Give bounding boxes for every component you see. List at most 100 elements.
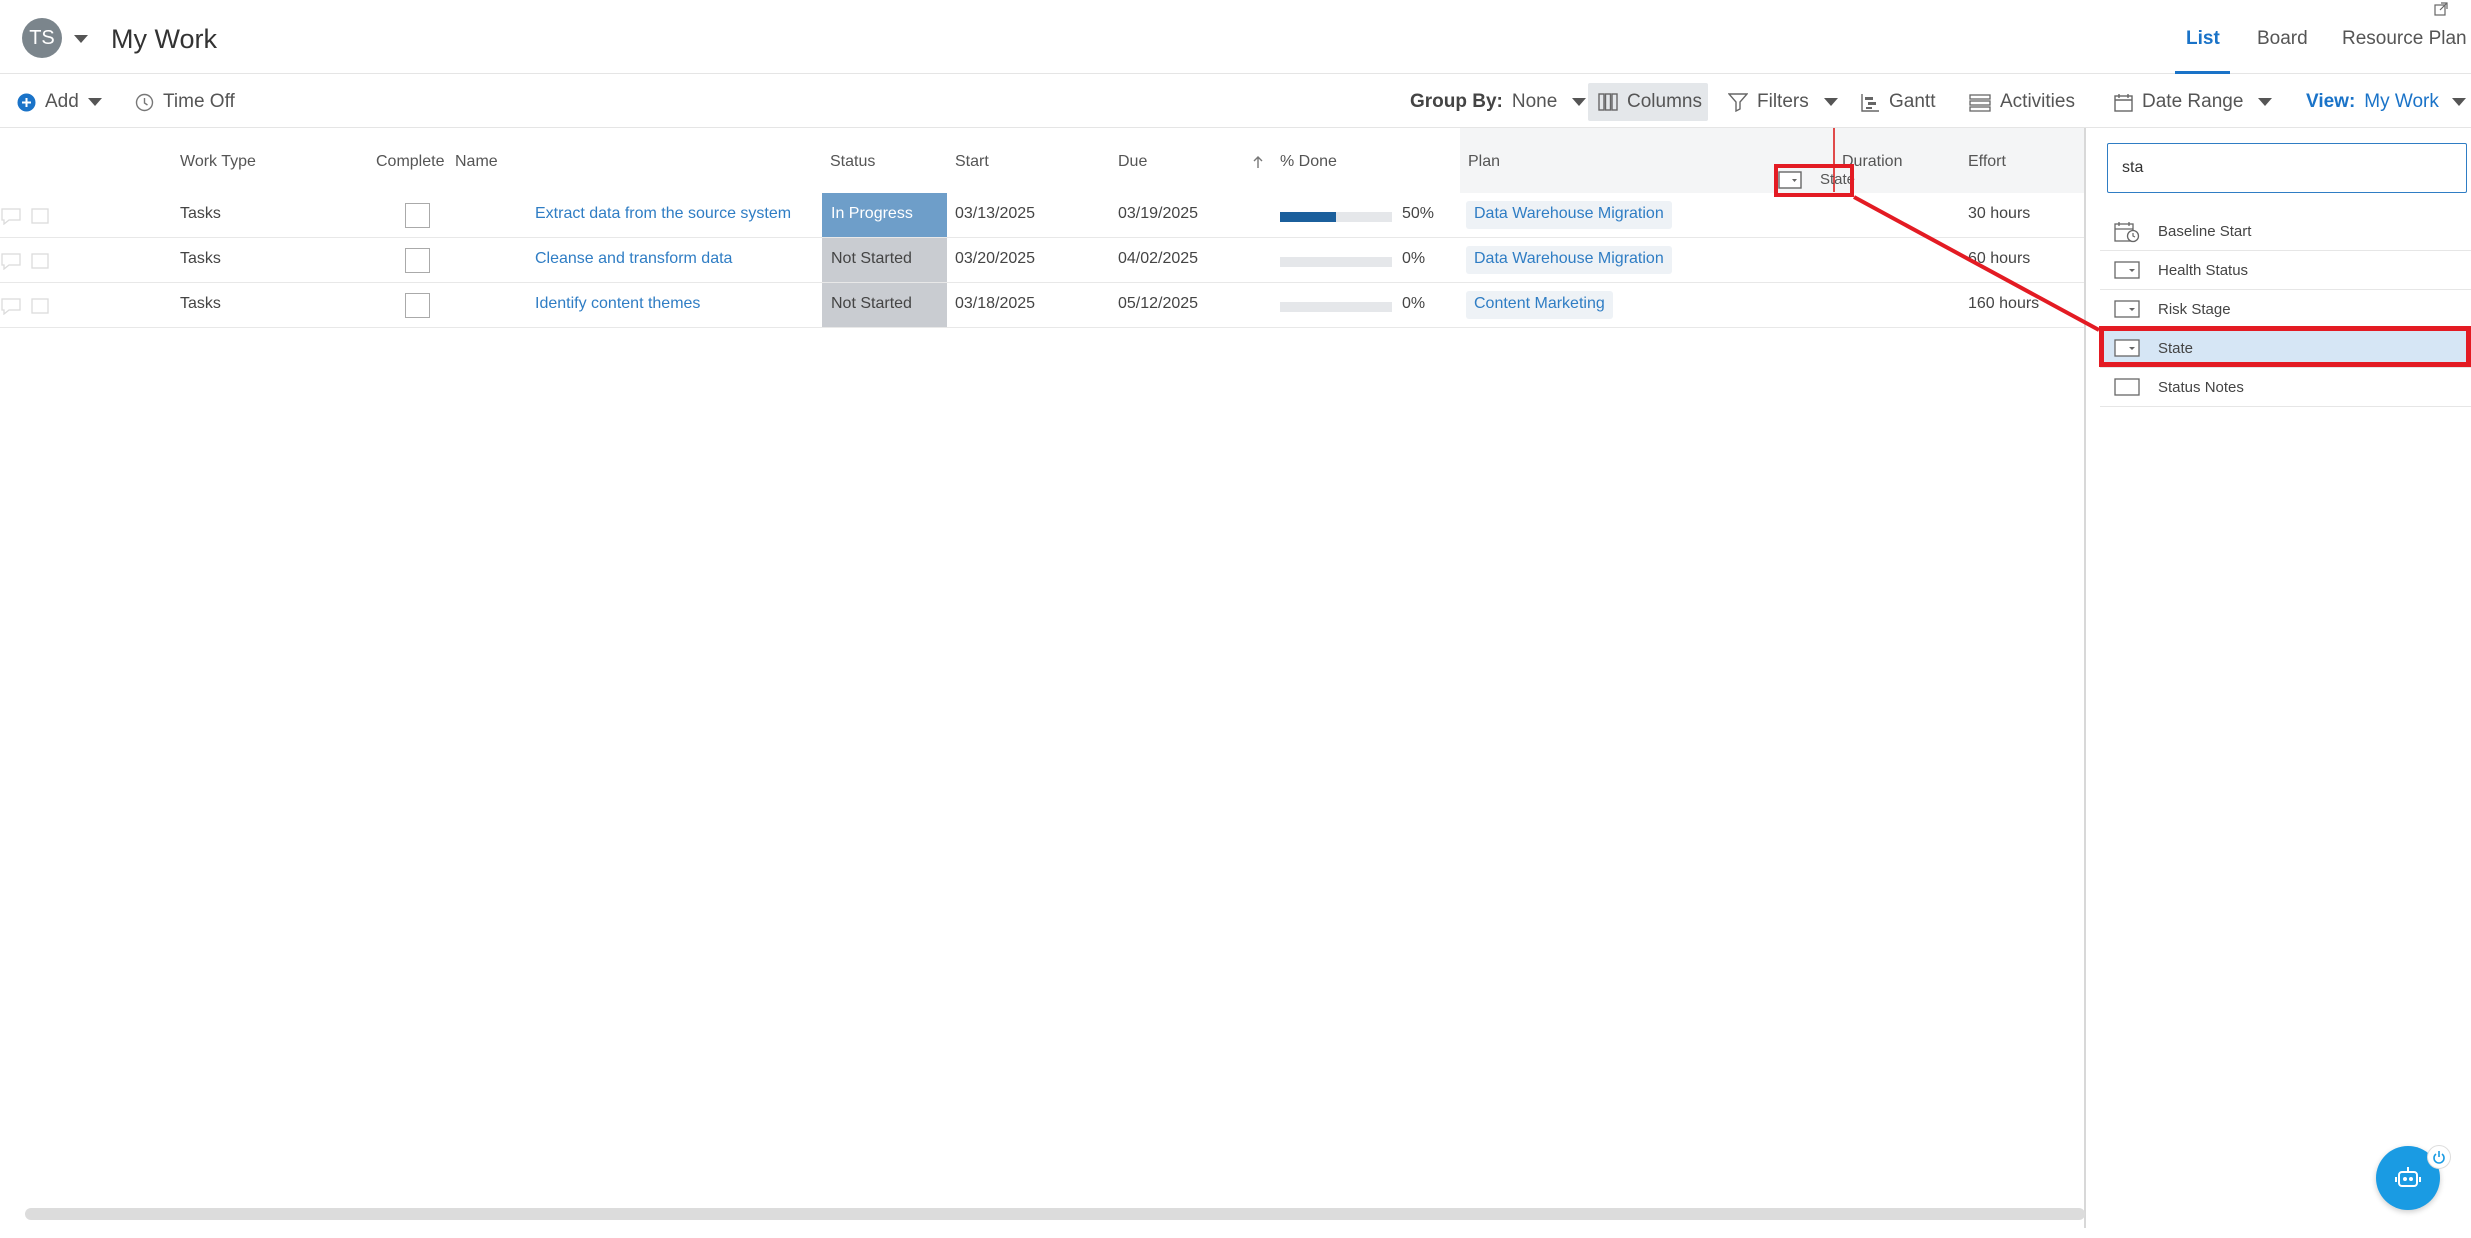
effort-cell: 160 hours [1968,295,2040,312]
avatar[interactable]: TS [22,18,62,58]
calendar-icon [2114,93,2133,112]
date-range-chevron-down-icon [2258,98,2273,106]
header-due[interactable]: Due [1118,153,1147,171]
tab-board[interactable]: Board [2257,28,2308,50]
avatar-menu-chevron-icon[interactable] [74,35,88,43]
plan-link[interactable]: Data Warehouse Migration [1466,246,1672,274]
view-chevron-down-icon [2451,98,2466,106]
task-name-link[interactable]: Cleanse and transform data [535,250,732,268]
task-name-link[interactable]: Identify content themes [535,295,700,313]
column-option-baseline-start[interactable]: Baseline Start [2100,212,2471,251]
table-row[interactable]: Tasks Extract data from the source syste… [0,193,2084,238]
status-cell[interactable]: Not Started [822,238,947,282]
group-by-value: None [1511,91,1558,112]
due-date-cell: 05/12/2025 [1118,295,1199,312]
complete-checkbox[interactable] [405,248,430,273]
group-by-label: Group By: [1410,91,1503,112]
column-option-label: Risk Stage [2158,301,2231,318]
complete-checkbox[interactable] [405,203,430,228]
view-selector[interactable]: View: My Work [2306,91,2466,113]
status-cell[interactable]: Not Started [822,283,947,327]
activities-label: Activities [2000,91,2075,112]
plan-link[interactable]: Data Warehouse Migration [1466,201,1672,229]
column-search-input[interactable] [2107,143,2467,193]
progress-bar-fill [1280,212,1336,222]
table-row[interactable]: Tasks Identify content themes Not Starte… [0,283,2084,328]
work-grid: Work Type Complete Name Status Start Due… [0,128,2084,1208]
tab-resource-plan[interactable]: Resource Plan [2342,28,2467,50]
table-row[interactable]: Tasks Cleanse and transform data Not Sta… [0,238,2084,283]
header-plan[interactable]: Plan [1468,153,1500,171]
filters-button[interactable]: Filters [1728,91,1838,113]
effort-cell: 30 hours [1968,205,2031,222]
power-icon [2433,1151,2445,1164]
start-date-cell: 03/13/2025 [955,205,1036,222]
add-chevron-down-icon [87,98,102,106]
work-type-cell: Tasks [180,295,221,312]
selected-option-highlight [2099,326,2471,367]
group-by-dropdown[interactable]: Group By: None [1410,91,1587,113]
top-bar: TS My Work List Board Resource Plan [0,0,2471,74]
start-date-cell: 03/18/2025 [955,295,1036,312]
activities-icon [1969,93,1991,112]
columns-button[interactable]: Columns [1588,83,1708,121]
header-name[interactable]: Name [455,153,498,171]
column-option-label: Baseline Start [2158,223,2252,240]
task-name-link[interactable]: Extract data from the source system [535,205,791,223]
header-work-type[interactable]: Work Type [180,153,256,171]
progress-bar [1280,302,1392,312]
date-range-label: Date Range [2142,91,2244,112]
page-title: My Work [111,24,217,54]
column-option-status-notes[interactable]: Status Notes [2100,368,2471,407]
time-off-button[interactable]: Time Off [135,91,235,113]
progress-bar [1280,212,1392,222]
tab-list[interactable]: List [2186,28,2220,50]
pct-done-label: 0% [1402,250,1426,267]
header-start[interactable]: Start [955,153,989,171]
dropdown-field-icon [2114,299,2140,323]
row-action-icons[interactable] [0,207,52,225]
sort-ascending-icon[interactable] [1252,155,1264,169]
pct-done-label: 50% [1402,205,1435,222]
effort-cell: 60 hours [1968,250,2031,267]
plan-link[interactable]: Content Marketing [1466,291,1613,319]
gantt-label: Gantt [1889,91,1936,112]
complete-checkbox[interactable] [405,293,430,318]
columns-icon [1598,93,1618,111]
view-label: View: [2306,91,2356,112]
filter-icon [1728,93,1748,112]
header-effort[interactable]: Effort [1968,153,2006,171]
grid-panel-divider[interactable] [2084,128,2086,1228]
progress-bar [1280,257,1392,267]
columns-label: Columns [1627,91,1702,112]
column-option-health-status[interactable]: Health Status [2100,251,2471,290]
due-date-cell: 04/02/2025 [1118,250,1199,267]
expand-icon[interactable] [2434,2,2448,16]
view-value: My Work [2364,91,2439,112]
pct-done-label: 0% [1402,295,1426,312]
assistant-power-badge[interactable] [2427,1145,2451,1169]
row-action-icons[interactable] [0,252,52,270]
plus-circle-icon [17,93,36,111]
text-field-icon [2114,377,2140,401]
header-status[interactable]: Status [830,153,875,171]
column-option-risk-stage[interactable]: Risk Stage [2100,290,2471,329]
header-complete[interactable]: Complete [376,153,444,171]
add-button[interactable]: Add [17,91,102,113]
dragged-column-highlight [1774,164,1854,197]
header-pct-done[interactable]: % Done [1280,153,1337,171]
activities-button[interactable]: Activities [1969,91,2075,113]
column-option-label: Status Notes [2158,379,2244,396]
time-off-label: Time Off [163,91,235,112]
due-date-cell: 03/19/2025 [1118,205,1199,222]
date-range-dropdown[interactable]: Date Range [2114,91,2273,113]
row-action-icons[interactable] [0,297,52,315]
filters-label: Filters [1757,91,1809,112]
horizontal-scrollbar[interactable] [25,1208,2085,1220]
gantt-button[interactable]: Gantt [1861,91,1935,113]
calendar-clock-icon [2114,221,2140,247]
work-type-cell: Tasks [180,205,221,222]
status-cell[interactable]: In Progress [822,193,947,237]
start-date-cell: 03/20/2025 [955,250,1036,267]
column-option-label: Health Status [2158,262,2249,279]
